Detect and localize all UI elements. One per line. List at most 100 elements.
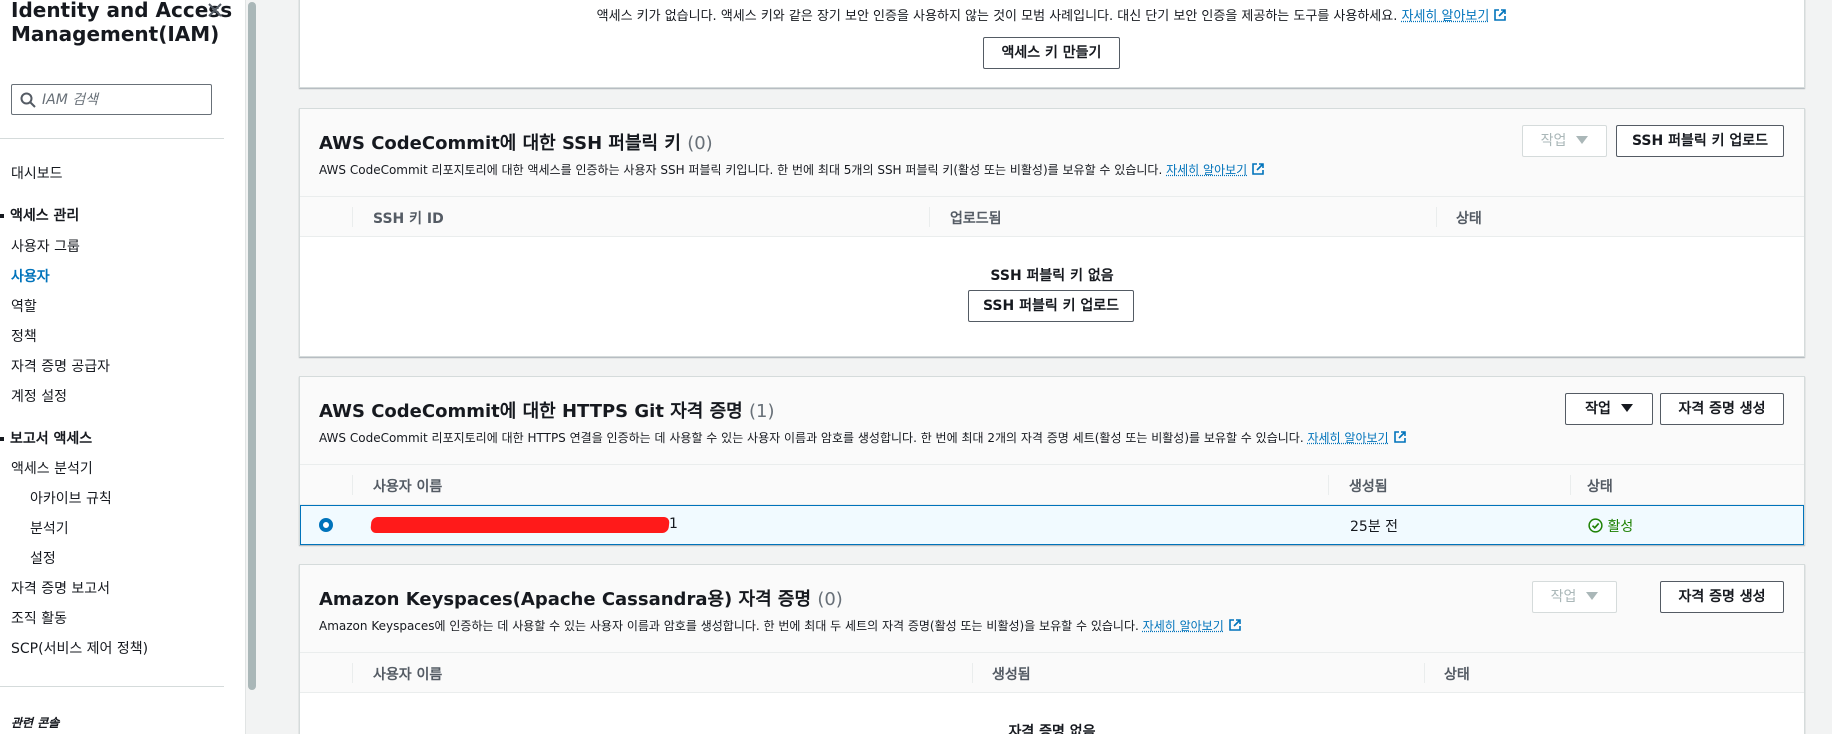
keyspaces-count: (0) [817, 589, 843, 610]
ssh-actions-label: 작업 [1541, 133, 1567, 149]
keyspaces-credentials-panel: Amazon Keyspaces(Apache Cassandra용) 자격 증… [299, 564, 1805, 734]
column-separator [352, 663, 353, 683]
keyspaces-empty-message: 자격 증명 없음 [300, 721, 1804, 734]
status-active-label: 활성 [1607, 519, 1633, 535]
access-keys-description: 액세스 키가 없습니다. 액세스 키와 같은 장기 보안 인증을 사용하지 않는… [597, 9, 1398, 24]
external-link-icon [1228, 618, 1242, 632]
external-link-icon [1393, 430, 1407, 444]
keyspaces-table-header: 사용자 이름 생성됨 상태 [300, 653, 1804, 693]
column-header-uploaded[interactable]: 업로드됨 [950, 208, 1002, 228]
https-git-description: AWS CodeCommit 리포지토리에 대한 HTTPS 연결을 인증하는 … [319, 431, 1304, 445]
ssh-keys-count: (0) [687, 133, 713, 154]
empty-upload-ssh-key-button[interactable]: SSH 퍼블릭 키 업로드 [968, 290, 1134, 322]
caret-icon [0, 437, 4, 441]
generate-https-credentials-button[interactable]: 자격 증명 생성 [1660, 393, 1784, 425]
https-git-actions-label: 작업 [1585, 401, 1611, 417]
caret-icon [0, 214, 4, 218]
search-input[interactable] [42, 88, 202, 111]
learn-more-link[interactable]: 자세히 알아보기 [1401, 9, 1489, 24]
column-separator [352, 207, 353, 227]
sidebar-item-roles[interactable]: 역할 [11, 298, 37, 316]
column-header-status[interactable]: 상태 [1444, 664, 1470, 684]
caret-down-icon [1576, 136, 1588, 144]
status-cell: 활성 [1588, 516, 1633, 536]
keyspaces-actions-label: 작업 [1551, 589, 1577, 605]
sidebar-item-organization-activity[interactable]: 조직 활동 [11, 610, 67, 628]
ssh-keys-title: AWS CodeCommit에 대한 SSH 퍼블릭 키 (0) [319, 129, 713, 155]
keyspaces-actions-button[interactable]: 작업 [1532, 581, 1617, 613]
sidebar-item-user-groups[interactable]: 사용자 그룹 [11, 238, 80, 256]
column-header-created[interactable]: 생성됨 [992, 664, 1031, 684]
search-box[interactable] [11, 84, 212, 115]
https-git-table-header: 사용자 이름 생성됨 상태 [300, 465, 1804, 505]
sidebar-item-policies[interactable]: 정책 [11, 328, 37, 346]
https-git-count: (1) [749, 401, 775, 422]
https-git-header: AWS CodeCommit에 대한 HTTPS Git 자격 증명 (1) A… [300, 377, 1804, 465]
ssh-keys-title-text: AWS CodeCommit에 대한 SSH 퍼블릭 키 [319, 133, 681, 154]
sidebar-nav: Identity and Access Management(IAM) 대시보드… [0, 0, 245, 734]
sidebar-item-access-analyzer[interactable]: 액세스 분석기 [11, 460, 93, 478]
learn-more-link[interactable]: 자세히 알아보기 [1307, 431, 1388, 445]
column-separator [972, 663, 973, 683]
column-separator [352, 475, 353, 495]
sidebar-item-analyzer-settings[interactable]: 설정 [30, 550, 56, 568]
column-header-username[interactable]: 사용자 이름 [373, 476, 442, 496]
search-icon [20, 92, 36, 108]
ssh-keys-description: AWS CodeCommit 리포지토리에 대한 액세스를 인증하는 사용자 S… [319, 163, 1162, 177]
sidebar-item-users[interactable]: 사용자 [11, 268, 50, 286]
divider [0, 138, 224, 139]
learn-more-link[interactable]: 자세히 알아보기 [1166, 163, 1247, 177]
access-keys-empty-message: 액세스 키가 없습니다. 액세스 키와 같은 장기 보안 인증을 사용하지 않는… [300, 5, 1804, 24]
redaction-mark [370, 517, 670, 533]
learn-more-link[interactable]: 자세히 알아보기 [1143, 619, 1224, 633]
section-access-management[interactable]: 액세스 관리 [10, 207, 79, 225]
table-row[interactable]: 1 25분 전 활성 [300, 505, 1804, 545]
success-check-icon [1588, 518, 1603, 533]
column-separator [1328, 475, 1329, 495]
generate-keyspaces-credentials-button[interactable]: 자격 증명 생성 [1660, 581, 1784, 613]
sidebar-item-scps[interactable]: SCP(서비스 제어 정책) [11, 640, 148, 658]
row-select-radio[interactable] [319, 518, 333, 532]
username-cell: 1 [669, 516, 678, 532]
column-separator [1436, 207, 1437, 227]
upload-ssh-key-button[interactable]: SSH 퍼블릭 키 업로드 [1616, 125, 1784, 157]
sidebar-item-archive-rules[interactable]: 아카이브 규칙 [30, 490, 112, 508]
create-access-key-button[interactable]: 액세스 키 만들기 [983, 37, 1120, 69]
external-link-icon [1493, 8, 1507, 22]
divider [0, 686, 224, 687]
keyspaces-description: Amazon Keyspaces에 인증하는 데 사용할 수 있는 사용자 이름… [319, 619, 1139, 633]
section-access-reports[interactable]: 보고서 액세스 [10, 430, 92, 448]
ssh-actions-button[interactable]: 작업 [1522, 125, 1607, 157]
column-header-username[interactable]: 사용자 이름 [373, 664, 442, 684]
column-header-created[interactable]: 생성됨 [1349, 476, 1388, 496]
caret-down-icon [1586, 592, 1598, 600]
https-git-credentials-panel: AWS CodeCommit에 대한 HTTPS Git 자격 증명 (1) A… [299, 376, 1805, 545]
service-title-line1: Identity and Access [11, 0, 232, 22]
related-consoles-heading: 관련 콘솔 [11, 714, 59, 731]
keyspaces-title: Amazon Keyspaces(Apache Cassandra용) 자격 증… [319, 585, 843, 611]
sidebar-item-identity-providers[interactable]: 자격 증명 공급자 [11, 358, 110, 376]
close-icon[interactable] [205, 0, 225, 20]
column-separator [1570, 475, 1571, 495]
service-title-line2: Management(IAM) [11, 22, 232, 46]
sidebar-item-account-settings[interactable]: 계정 설정 [11, 388, 67, 406]
https-git-title: AWS CodeCommit에 대한 HTTPS Git 자격 증명 (1) [319, 397, 775, 423]
external-link-icon [1251, 162, 1265, 176]
section-access-reports-label: 보고서 액세스 [10, 431, 92, 447]
created-cell: 25분 전 [1350, 516, 1398, 536]
column-header-status[interactable]: 상태 [1587, 476, 1613, 496]
https-git-actions-button[interactable]: 작업 [1565, 393, 1653, 425]
service-title: Identity and Access Management(IAM) [11, 0, 232, 46]
column-separator [1424, 663, 1425, 683]
column-header-status[interactable]: 상태 [1456, 208, 1482, 228]
sidebar-item-analyzers[interactable]: 분석기 [30, 520, 69, 538]
sidebar-scrollbar-thumb[interactable] [248, 2, 256, 690]
section-access-management-label: 액세스 관리 [10, 208, 79, 224]
https-git-description-row: AWS CodeCommit 리포지토리에 대한 HTTPS 연결을 인증하는 … [319, 429, 1407, 446]
caret-down-icon [1621, 404, 1633, 412]
sidebar-item-credential-report[interactable]: 자격 증명 보고서 [11, 580, 110, 598]
column-header-ssh-key-id[interactable]: SSH 키 ID [373, 208, 444, 228]
sidebar-item-dashboard[interactable]: 대시보드 [11, 165, 63, 183]
column-separator [929, 207, 930, 227]
ssh-keys-header: AWS CodeCommit에 대한 SSH 퍼블릭 키 (0) AWS Cod… [300, 109, 1804, 197]
